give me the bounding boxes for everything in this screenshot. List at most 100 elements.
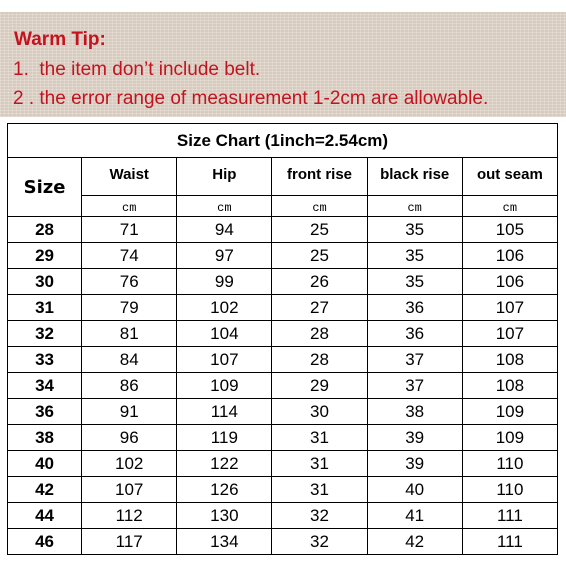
table-row: 40 102 122 31 39 110 [6,450,559,477]
unit-label: cm [271,195,368,217]
table-row: 34 86 109 29 37 108 [6,372,559,399]
warm-tip-line-2: 2 . the error range of measurement 1-2cm… [13,88,489,109]
hip-cell: 94 [176,216,273,243]
black-rise-cell: 40 [366,476,463,503]
front-rise-cell: 28 [271,320,368,347]
size-cell: 34 [6,372,83,399]
hip-cell: 99 [176,268,273,295]
front-rise-cell: 26 [271,268,368,295]
front-rise-cell: 31 [271,450,368,477]
waist-cell: 81 [81,320,178,347]
size-cell: 44 [6,502,83,529]
size-chart-title: Size Chart (1inch=2.54cm) [7,123,558,158]
size-cell: 36 [6,398,83,425]
black-rise-cell: 42 [366,528,463,555]
waist-cell: 86 [81,372,178,399]
warm-tip-banner: Warm Tip: 1. the item don’t include belt… [0,12,566,117]
front-rise-cell: 30 [271,398,368,425]
waist-cell: 112 [81,502,178,529]
black-rise-cell: 36 [366,294,463,321]
out-seam-cell: 106 [461,242,559,269]
waist-cell: 71 [81,216,178,243]
out-seam-cell: 111 [461,528,559,555]
warm-tip-title: Warm Tip: [14,29,106,50]
hip-cell: 126 [176,476,273,503]
black-rise-cell: 39 [366,424,463,451]
out-seam-cell: 108 [461,372,559,399]
column-header-hip: Hip [176,157,273,196]
black-rise-cell: 35 [366,268,463,295]
front-rise-cell: 31 [271,424,368,451]
size-column-header: Size [6,157,83,217]
size-cell: 33 [6,346,83,373]
front-rise-cell: 29 [271,372,368,399]
black-rise-cell: 35 [366,242,463,269]
unit-label: cm [461,195,559,217]
unit-label: cm [81,195,178,217]
front-rise-cell: 25 [271,242,368,269]
hip-cell: 122 [176,450,273,477]
hip-cell: 107 [176,346,273,373]
size-cell: 32 [6,320,83,347]
hip-cell: 97 [176,242,273,269]
waist-cell: 102 [81,450,178,477]
table-row: 42 107 126 31 40 110 [6,476,559,503]
column-header-black-rise: black rise [366,157,463,196]
waist-cell: 91 [81,398,178,425]
hip-cell: 119 [176,424,273,451]
front-rise-cell: 25 [271,216,368,243]
table-row: 38 96 119 31 39 109 [6,424,559,451]
black-rise-cell: 41 [366,502,463,529]
out-seam-cell: 109 [461,398,559,425]
waist-cell: 96 [81,424,178,451]
table-row: 36 91 114 30 38 109 [6,398,559,425]
size-cell: 42 [6,476,83,503]
out-seam-cell: 107 [461,320,559,347]
size-chart-table: Size Chart (1inch=2.54cm) Size Waist Hip… [6,123,559,555]
size-cell: 30 [6,268,83,295]
unit-label: cm [176,195,273,217]
table-row: 32 81 104 28 36 107 [6,320,559,347]
waist-cell: 84 [81,346,178,373]
out-seam-cell: 111 [461,502,559,529]
black-rise-cell: 37 [366,346,463,373]
front-rise-cell: 27 [271,294,368,321]
table-row: 29 74 97 25 35 106 [6,242,559,269]
front-rise-cell: 31 [271,476,368,503]
warm-tip-line-1: 1. the item don’t include belt. [13,59,261,80]
black-rise-cell: 39 [366,450,463,477]
table-row: 46 117 134 32 42 111 [6,528,559,555]
front-rise-cell: 32 [271,528,368,555]
hip-cell: 109 [176,372,273,399]
table-row: 28 71 94 25 35 105 [6,216,559,243]
black-rise-cell: 36 [366,320,463,347]
size-cell: 29 [6,242,83,269]
front-rise-cell: 28 [271,346,368,373]
hip-cell: 134 [176,528,273,555]
hip-cell: 114 [176,398,273,425]
hip-cell: 102 [176,294,273,321]
out-seam-cell: 105 [461,216,559,243]
out-seam-cell: 110 [461,476,559,503]
waist-cell: 107 [81,476,178,503]
column-header-out-seam: out seam [461,157,559,196]
black-rise-cell: 37 [366,372,463,399]
waist-cell: 74 [81,242,178,269]
size-cell: 28 [6,216,83,243]
out-seam-cell: 106 [461,268,559,295]
black-rise-cell: 38 [366,398,463,425]
column-header-front-rise: front rise [271,157,368,196]
waist-cell: 76 [81,268,178,295]
size-cell: 40 [6,450,83,477]
size-cell: 38 [6,424,83,451]
front-rise-cell: 32 [271,502,368,529]
size-cell: 31 [6,294,83,321]
column-header-waist: Waist [81,157,178,196]
size-cell: 46 [6,528,83,555]
out-seam-cell: 110 [461,450,559,477]
waist-cell: 79 [81,294,178,321]
out-seam-cell: 109 [461,424,559,451]
table-row: 33 84 107 28 37 108 [6,346,559,373]
table-row: 30 76 99 26 35 106 [6,268,559,295]
table-row: 31 79 102 27 36 107 [6,294,559,321]
